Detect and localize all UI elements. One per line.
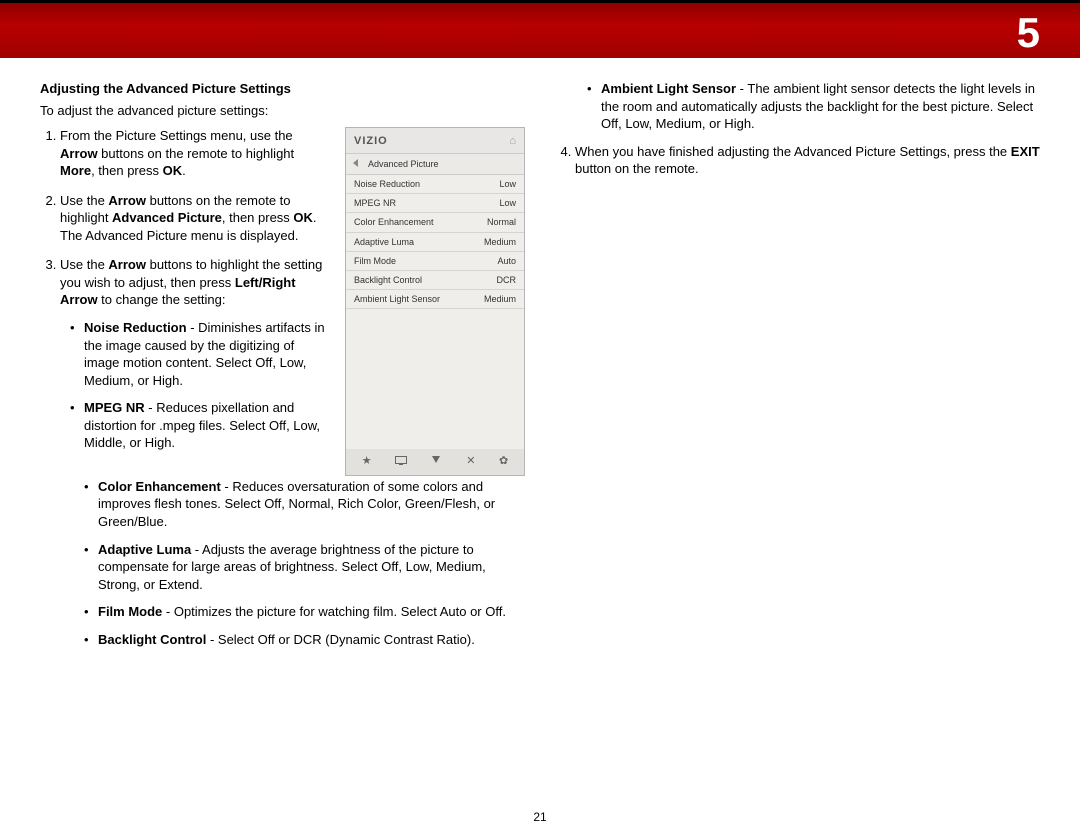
bullet-color-enhancement: Color Enhancement - Reduces oversaturati… xyxy=(84,478,525,531)
page-content: Adjusting the Advanced Picture Settings … xyxy=(0,58,1080,658)
right-column: Ambient Light Sensor - The ambient light… xyxy=(555,80,1040,658)
osd-logo: VIZIO xyxy=(354,134,388,149)
osd-row: Color EnhancementNormal xyxy=(346,213,524,232)
gear-icon: ✿ xyxy=(497,454,510,469)
star-icon: ★ xyxy=(360,454,374,469)
step-3: Use the Arrow buttons to highlight the s… xyxy=(60,256,329,451)
osd-footer: ★ ✕ ✿ xyxy=(346,449,524,475)
osd-row: Backlight ControlDCR xyxy=(346,271,524,290)
tv-icon xyxy=(393,454,409,469)
step-4: When you have finished adjusting the Adv… xyxy=(575,143,1040,178)
osd-row: Noise ReductionLow xyxy=(346,175,524,194)
osd-menu-title: Advanced Picture xyxy=(346,153,524,175)
osd-row: Adaptive LumaMedium xyxy=(346,233,524,252)
chapter-number: 5 xyxy=(1017,9,1040,57)
home-icon: ⌂ xyxy=(509,134,516,149)
back-triangle-icon xyxy=(353,159,358,167)
bullet-mpeg-nr: MPEG NR - Reduces pixellation and distor… xyxy=(70,399,329,452)
step-1: From the Picture Settings menu, use the … xyxy=(60,127,329,180)
bullet-adaptive-luma: Adaptive Luma - Adjusts the average brig… xyxy=(84,541,525,594)
v-icon xyxy=(429,454,445,469)
osd-row: MPEG NRLow xyxy=(346,194,524,213)
osd-screenshot: VIZIO ⌂ Advanced Picture Noise Reduction… xyxy=(345,127,525,476)
bullet-film-mode: Film Mode - Optimizes the picture for wa… xyxy=(84,603,525,621)
step-2: Use the Arrow buttons on the remote to h… xyxy=(60,192,329,245)
bullet-backlight-control: Backlight Control - Select Off or DCR (D… xyxy=(84,631,525,649)
close-icon: ✕ xyxy=(464,454,477,469)
osd-row: Ambient Light SensorMedium xyxy=(346,290,524,309)
intro-text: To adjust the advanced picture settings: xyxy=(40,102,525,120)
left-column: Adjusting the Advanced Picture Settings … xyxy=(40,80,525,658)
bullet-noise-reduction: Noise Reduction - Diminishes artifacts i… xyxy=(70,319,329,389)
section-heading: Adjusting the Advanced Picture Settings xyxy=(40,80,525,98)
page-number: 21 xyxy=(0,810,1080,824)
steps-list: From the Picture Settings menu, use the … xyxy=(40,127,329,452)
osd-row: Film ModeAuto xyxy=(346,252,524,271)
chapter-header: 5 xyxy=(0,0,1080,58)
bullet-ambient-light-sensor: Ambient Light Sensor - The ambient light… xyxy=(587,80,1040,133)
